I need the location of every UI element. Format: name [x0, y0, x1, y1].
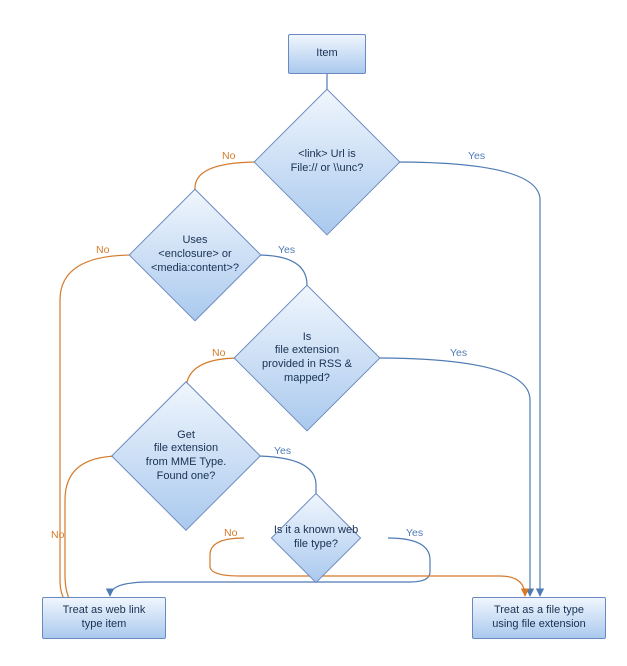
edge-webtype-yes: Yes	[404, 527, 425, 539]
node-treat-weblink: Treat as web linktype item	[42, 597, 166, 639]
node-link-url: <link> Url isFile:// or \\unc?	[275, 110, 379, 214]
edge-link-no: No	[220, 150, 237, 162]
node-rss-mapped-label: Isfile extensionprovided in RSS &mapped?	[234, 306, 380, 410]
node-treat-weblink-label: Treat as web linktype item	[63, 604, 146, 632]
node-mime-type-label: Getfile extensionfrom MME Type.Found one…	[112, 403, 260, 509]
node-item: Item	[288, 34, 366, 74]
edge-encl-yes: Yes	[276, 244, 297, 256]
edge-mime-yes: Yes	[272, 445, 293, 457]
node-item-label: Item	[316, 47, 337, 61]
node-treat-filetype-label: Treat as a file typeusing file extension	[492, 604, 586, 632]
node-mime-type: Getfile extensionfrom MME Type.Found one…	[133, 403, 239, 509]
node-web-filetype: Is it a known webfile type?	[284, 506, 348, 570]
node-link-url-label: <link> Url isFile:// or \\unc?	[254, 110, 400, 214]
node-enclosure: Uses<enclosure> or<media:content>?	[148, 208, 242, 302]
edge-rssmap-no: No	[210, 347, 227, 359]
node-enclosure-label: Uses<enclosure> or<media:content>?	[129, 208, 261, 302]
edge-rssmap-yes: Yes	[448, 347, 469, 359]
node-treat-filetype: Treat as a file typeusing file extension	[472, 597, 606, 639]
edge-encl-no: No	[94, 244, 111, 256]
edge-webtype-no: No	[222, 527, 239, 539]
node-rss-mapped: Isfile extensionprovided in RSS &mapped?	[255, 306, 359, 410]
node-web-filetype-label: Is it a known webfile type?	[246, 506, 387, 570]
edge-mime-no: No	[49, 529, 66, 541]
edge-link-yes: Yes	[466, 150, 487, 162]
